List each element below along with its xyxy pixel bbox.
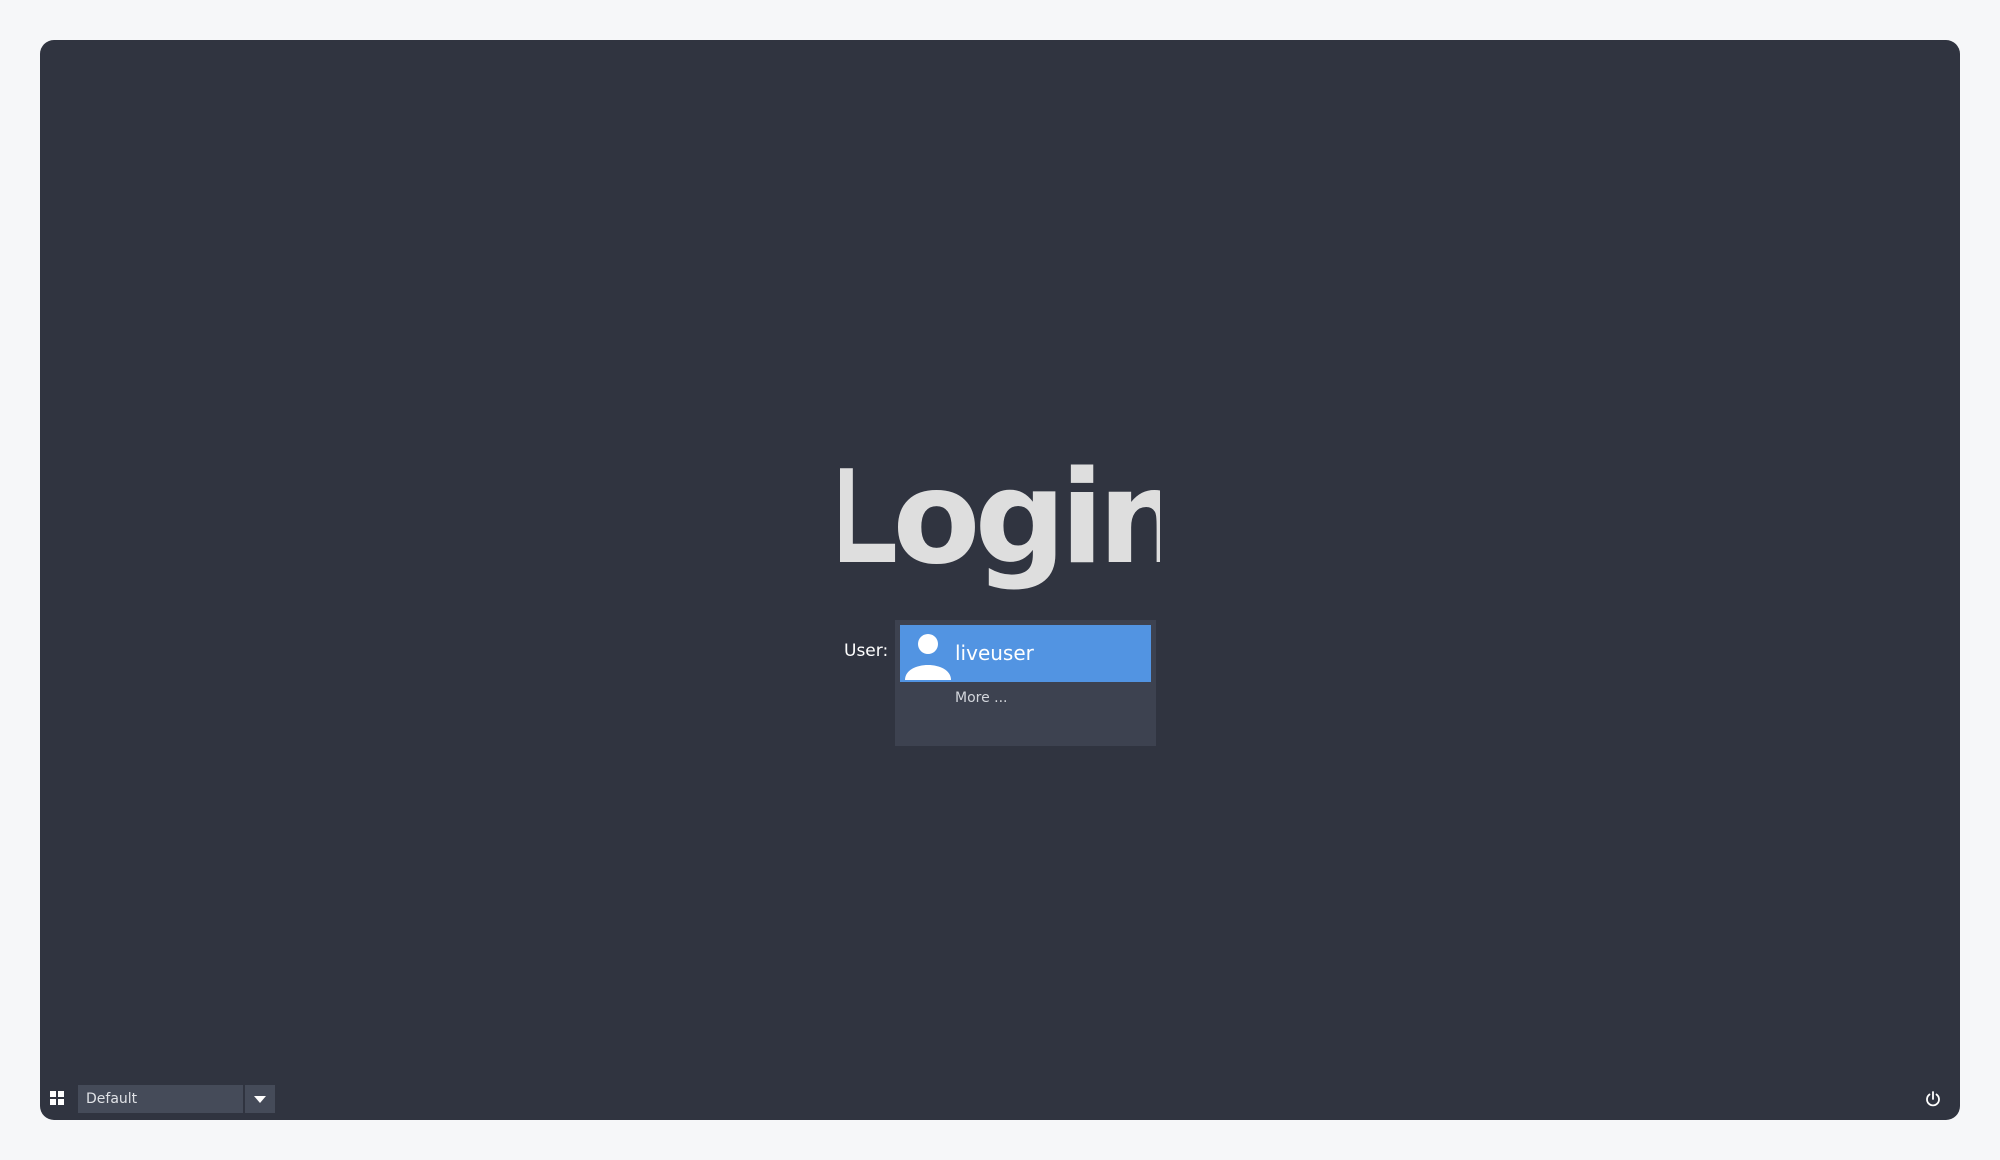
user-list: liveuser More ... [895, 620, 1156, 746]
power-button[interactable] [1924, 1090, 1942, 1108]
more-users-item[interactable]: More ... [955, 690, 1008, 706]
session-select[interactable]: Default [78, 1085, 243, 1113]
login-logo-text: Login [840, 450, 1160, 593]
user-item-liveuser[interactable]: liveuser [900, 625, 1151, 682]
power-icon [1926, 1091, 1940, 1107]
user-name: liveuser [955, 641, 1034, 665]
user-avatar-icon [905, 630, 951, 680]
session-dropdown-button[interactable] [245, 1085, 275, 1113]
session-grid-icon [50, 1091, 65, 1106]
chevron-down-icon [254, 1096, 266, 1103]
login-screen: Login User: liveuser More ... Default [40, 40, 1960, 1120]
login-logo: Login [40, 450, 1960, 610]
user-label: User: [844, 641, 889, 661]
